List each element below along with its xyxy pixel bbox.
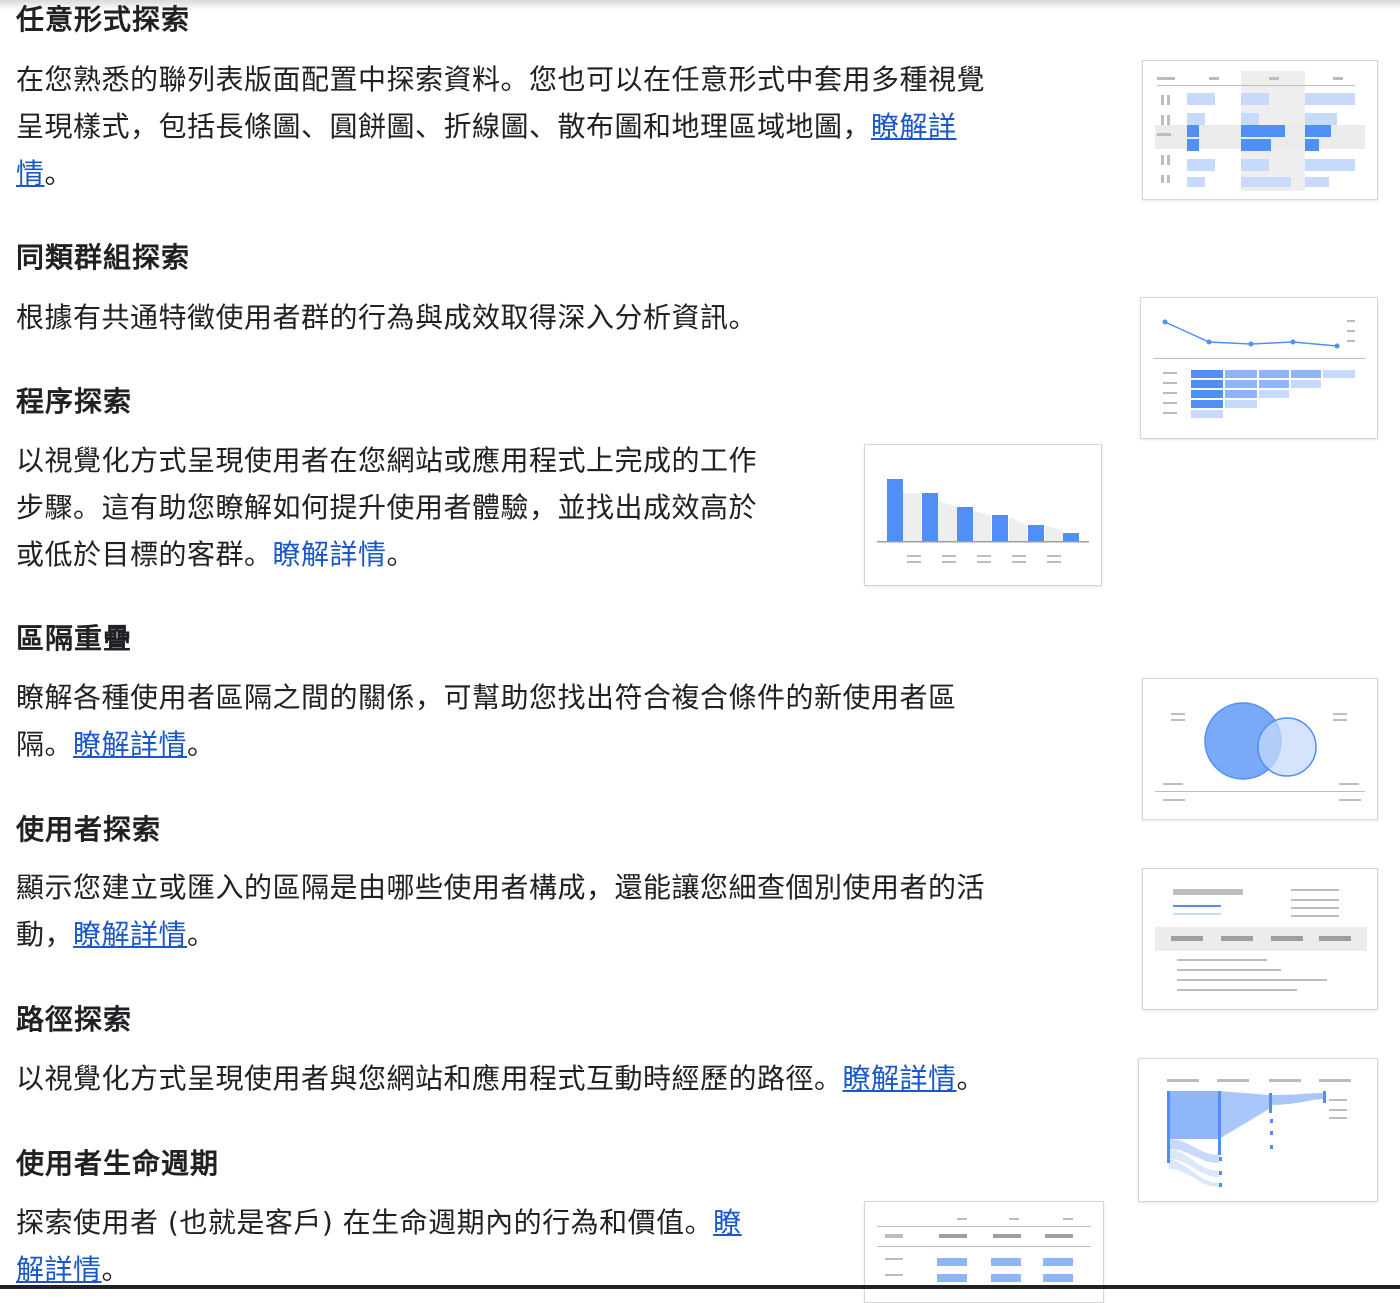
period: 。: [101, 1253, 131, 1286]
learn-more-link[interactable]: 瞭: [713, 1206, 742, 1239]
desc-line: 呈現樣式，包括長條圖、圓餅圖、折線圖、散布圖和地理區域地圖，: [16, 110, 872, 143]
section-desc-cohort: 根據有共通特徵使用者群的行為與成效取得深入分析資訊。: [16, 294, 757, 341]
desc-line: 隔。: [16, 728, 74, 761]
learn-more-link-cont[interactable]: 解詳情: [16, 1253, 102, 1286]
period: 。: [187, 918, 216, 951]
desc-line: 根據有共通特徵使用者群的行為與成效取得深入分析資訊。: [16, 301, 758, 334]
section-title-funnel: 程序探索: [16, 385, 133, 418]
desc-line: 以視覺化方式呈現使用者與您網站和應用程式互動時經歷的路徑。: [16, 1062, 843, 1095]
learn-more-link[interactable]: 瞭解詳情: [843, 1062, 957, 1095]
section-desc-funnel: 以視覺化方式呈現使用者在您網站或應用程式上完成的工作 步驟。這有助您瞭解如何提升…: [16, 437, 757, 578]
desc-line: 探索使用者 (也就是客戶) 在生命週期內的行為和價值。: [16, 1206, 714, 1239]
desc-line: 瞭解各種使用者區隔之間的關係，可幫助您找出符合複合條件的新使用者區: [16, 681, 957, 714]
section-desc-segment-overlap: 瞭解各種使用者區隔之間的關係，可幫助您找出符合複合條件的新使用者區 隔。瞭解詳情…: [16, 674, 957, 768]
top-shadow: [0, 0, 1400, 10]
section-desc-user-lifetime: 探索使用者 (也就是客戶) 在生命週期內的行為和價值。瞭 解詳情。: [16, 1199, 742, 1293]
section-title-user-explorer: 使用者探索: [16, 813, 162, 846]
cohort-chart-thumbnail: [1140, 297, 1378, 439]
section-title-segment-overlap: 區隔重疊: [16, 622, 133, 655]
period: 。: [386, 538, 416, 571]
desc-line: 顯示您建立或匯入的區隔是由哪些使用者構成，還能讓您細查個別使用者的活: [16, 871, 986, 904]
section-desc-freeform: 在您熟悉的聯列表版面配置中探索資料。您也可以在任意形式中套用多種視覺 呈現樣式，…: [16, 56, 985, 197]
section-title-cohort: 同類群組探索: [16, 241, 191, 274]
section-title-freeform: 任意形式探索: [16, 3, 191, 36]
desc-line: 以視覺化方式呈現使用者在您網站或應用程式上完成的工作: [16, 444, 758, 477]
learn-more-link[interactable]: 瞭解詳情: [73, 728, 187, 761]
section-desc-path: 以視覺化方式呈現使用者與您網站和應用程式互動時經歷的路徑。瞭解詳情。: [16, 1055, 985, 1102]
user-detail-thumbnail: [1142, 868, 1378, 1010]
learn-more-link[interactable]: 瞭解詳: [871, 110, 957, 143]
period: 。: [44, 157, 74, 190]
venn-diagram-thumbnail: [1142, 678, 1378, 820]
bottom-border: [0, 1285, 1400, 1289]
period: 。: [187, 728, 216, 761]
freeform-table-thumbnail: [1142, 60, 1378, 200]
desc-line: 步驟。這有助您瞭解如何提升使用者體驗，並找出成效高於: [16, 491, 758, 524]
desc-line: 在您熟悉的聯列表版面配置中探索資料。您也可以在任意形式中套用多種視覺: [16, 63, 986, 96]
period: 。: [956, 1062, 986, 1095]
section-title-user-lifetime: 使用者生命週期: [16, 1147, 220, 1180]
funnel-bar-thumbnail: [864, 444, 1102, 586]
desc-line: 或低於目標的客群。: [16, 538, 273, 571]
learn-more-link[interactable]: 瞭解詳情: [73, 918, 187, 951]
learn-more-link[interactable]: 瞭解詳情: [273, 538, 387, 571]
section-desc-user-explorer: 顯示您建立或匯入的區隔是由哪些使用者構成，還能讓您細查個別使用者的活 動，瞭解詳…: [16, 864, 985, 958]
learn-more-link-cont[interactable]: 情: [16, 157, 45, 190]
section-title-path: 路徑探索: [16, 1003, 133, 1036]
desc-line: 動，: [16, 918, 74, 951]
path-sankey-thumbnail: [1138, 1058, 1378, 1202]
